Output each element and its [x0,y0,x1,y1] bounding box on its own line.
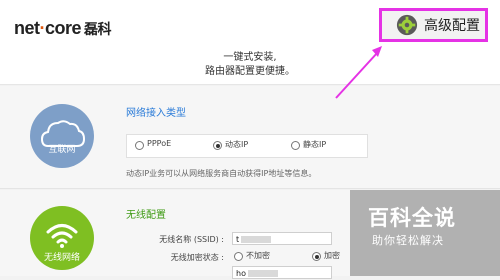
encryption-radio[interactable] [312,252,321,261]
internet-cloud-icon: 互联网 [30,104,94,168]
wifi-password-input[interactable]: ho [232,266,332,279]
encryption-label: 无线加密状态 : [170,253,224,262]
internet-label: 互联网 [48,145,76,155]
pppoe-label: PPPoE [147,139,172,148]
gear-icon [396,14,418,36]
wireless-label: 无线网络 [43,253,80,263]
advanced-config-button[interactable]: 高级配置 [379,8,488,42]
ssid-input[interactable]: t [232,232,332,245]
top-header: net·core 磊科 高级配置 [0,0,500,52]
dynamic-ip-radio[interactable] [213,141,222,150]
encryption-label-text: 加密 [324,251,340,260]
watermark-overlay: 百科全说 助你轻松解决 [350,190,500,276]
netcore-logo: net·core 磊科 [14,18,112,38]
wifi-icon: 无线网络 [30,206,94,270]
static-ip-radio[interactable] [291,141,300,150]
wan-section: 互联网 网络接入类型 PPPoE 动态IP 静态IP 动态IP业务可以从网络服务… [0,86,500,189]
pppoe-radio[interactable] [135,141,144,150]
intro-banner: 一键式安装, 路由器配置更便捷。 [0,52,500,85]
wan-hint: 动态IP业务可以从网络服务商自动获得IP地址等信息。 [126,169,317,178]
intro-line-1: 一键式安装, [223,52,277,63]
no-encryption-radio[interactable] [234,252,243,261]
dynamic-ip-label: 动态IP [225,140,249,149]
wireless-title: 无线配置 [126,210,166,221]
static-ip-label: 静态IP [303,140,327,149]
watermark-subtitle: 助你轻松解决 [372,234,444,247]
intro-line-2: 路由器配置更便捷。 [205,66,295,77]
advanced-config-label: 高级配置 [424,18,480,34]
ssid-label: 无线名称 (SSID) : [159,235,224,244]
no-encryption-label: 不加密 [246,251,270,260]
wan-type-selector: PPPoE 动态IP 静态IP [126,134,368,158]
wan-type-title: 网络接入类型 [126,108,186,119]
watermark-title: 百科全说 [368,206,456,230]
